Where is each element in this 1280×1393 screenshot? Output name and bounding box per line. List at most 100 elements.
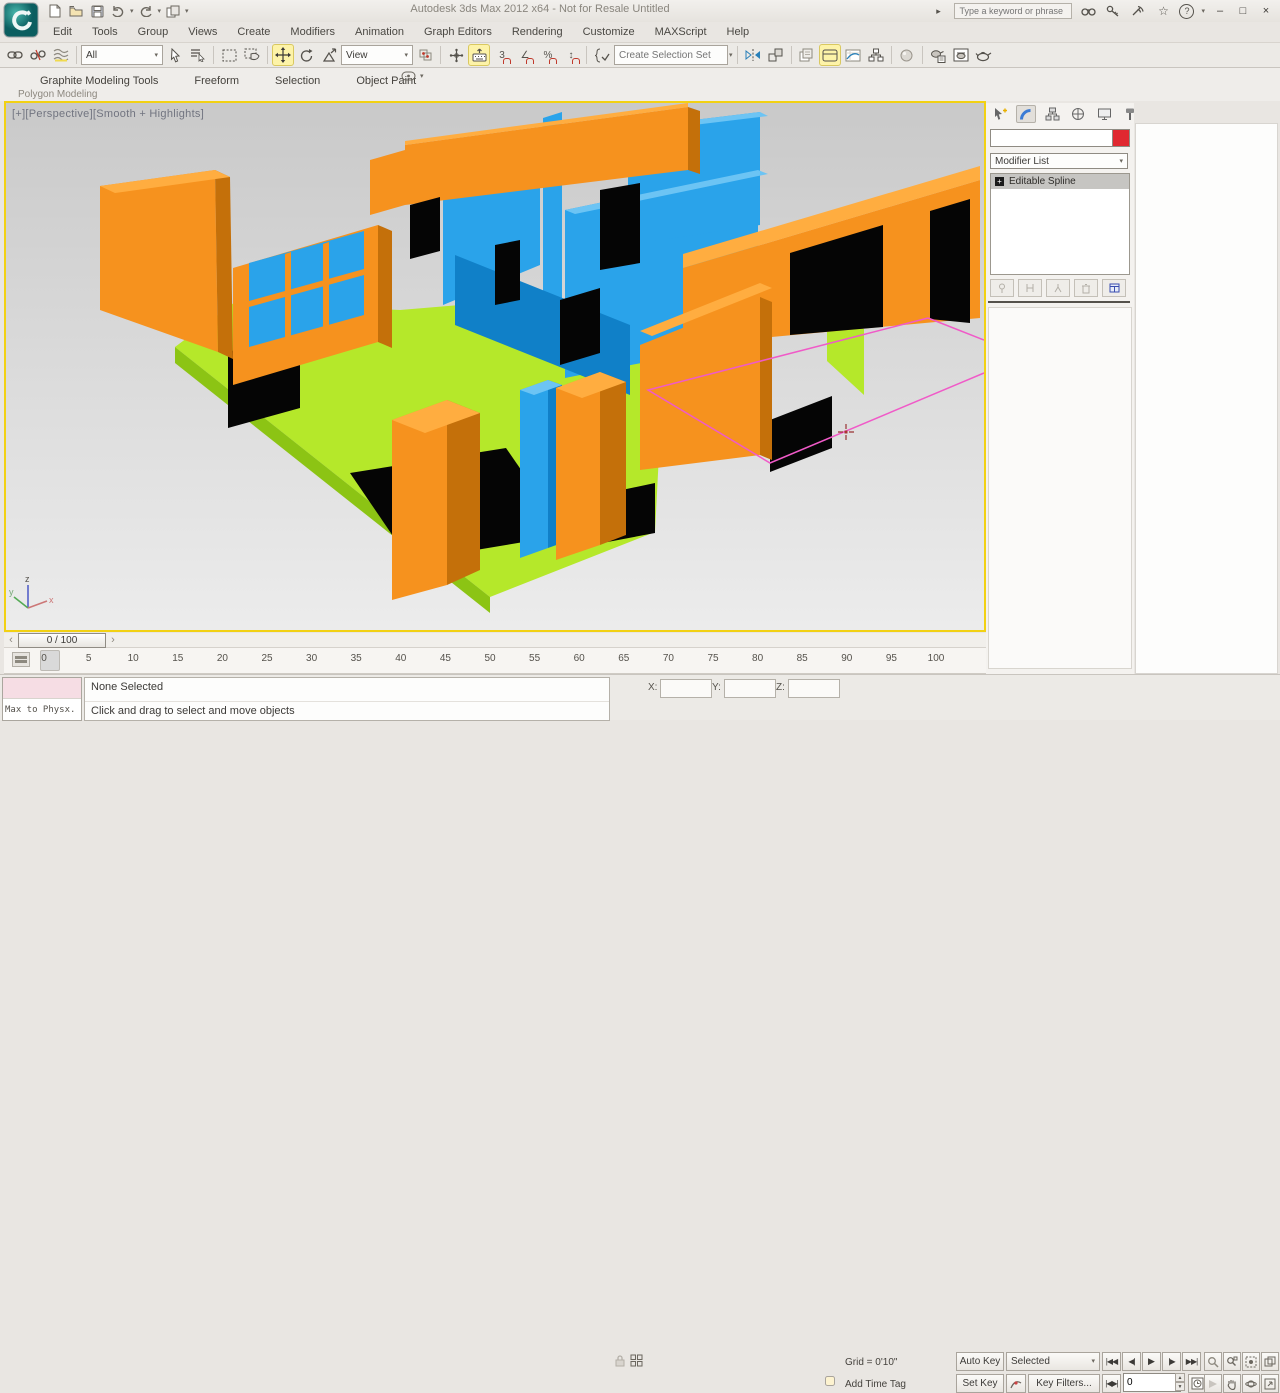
x-coord-field[interactable] bbox=[660, 679, 712, 698]
show-end-result-button[interactable] bbox=[1018, 279, 1042, 297]
pin-stack-button[interactable] bbox=[990, 279, 1014, 297]
viewport-label[interactable]: [+][Perspective][Smooth + Highlights] bbox=[12, 108, 204, 120]
tab-motion[interactable] bbox=[1068, 105, 1088, 123]
key-mode-dropdown[interactable]: Selected▾ bbox=[1006, 1352, 1100, 1371]
remove-modifier-button[interactable] bbox=[1074, 279, 1098, 297]
select-and-link-button[interactable] bbox=[4, 44, 26, 66]
render-setup-button[interactable] bbox=[927, 44, 949, 66]
time-slider-handle[interactable]: 0 / 100 bbox=[18, 633, 106, 648]
go-to-start-button[interactable]: |◀◀ bbox=[1102, 1352, 1121, 1371]
orbit-button[interactable] bbox=[1242, 1374, 1260, 1393]
perspective-viewport[interactable]: z y x [+][Perspective][Smooth + Highligh… bbox=[4, 101, 986, 632]
favorites-button[interactable]: ☆ bbox=[1154, 3, 1172, 19]
tab-utilities[interactable] bbox=[1120, 105, 1140, 123]
zoom-extents-button[interactable] bbox=[1242, 1352, 1260, 1371]
curve-editor-button[interactable] bbox=[842, 44, 864, 66]
reference-coordinate-system-dropdown[interactable]: View▾ bbox=[341, 45, 413, 65]
menu-help[interactable]: Help bbox=[718, 24, 759, 40]
zoom-all-button[interactable] bbox=[1223, 1352, 1241, 1371]
mini-curve-editor-button[interactable] bbox=[12, 652, 30, 667]
snaps-toggle-3d[interactable]: 3 bbox=[491, 44, 513, 66]
spinner-snap-toggle[interactable]: ↕ bbox=[560, 44, 582, 66]
add-time-tag-button[interactable]: Add Time Tag bbox=[845, 1379, 906, 1390]
window-crossing-toggle[interactable] bbox=[241, 44, 263, 66]
menu-customize[interactable]: Customize bbox=[574, 24, 644, 40]
frame-spinner-down[interactable]: ▼ bbox=[1175, 1382, 1185, 1391]
render-production-button[interactable] bbox=[973, 44, 995, 66]
redo-dropdown-caret[interactable]: ▾ bbox=[158, 8, 162, 15]
help-dropdown-caret[interactable]: ▾ bbox=[1201, 8, 1205, 15]
keyboard-shortcut-override-toggle[interactable] bbox=[468, 44, 490, 66]
field-of-view-button[interactable] bbox=[1204, 1374, 1222, 1393]
ribbon-tab-selection[interactable]: Selection bbox=[261, 72, 334, 90]
percent-snap-toggle[interactable]: % bbox=[537, 44, 559, 66]
schematic-view-button[interactable] bbox=[865, 44, 887, 66]
mirror-button[interactable] bbox=[742, 44, 764, 66]
previous-frame-button[interactable]: ◀| bbox=[1122, 1352, 1141, 1371]
play-button[interactable]: ▶ bbox=[1142, 1352, 1161, 1371]
key-mode-toggle[interactable]: |◀▶| bbox=[1102, 1374, 1121, 1393]
save-file-button[interactable] bbox=[88, 3, 106, 19]
edit-named-selection-sets-button[interactable] bbox=[591, 44, 613, 66]
menu-animation[interactable]: Animation bbox=[346, 24, 413, 40]
modifier-stack[interactable]: + Editable Spline bbox=[990, 173, 1130, 275]
menu-modifiers[interactable]: Modifiers bbox=[281, 24, 344, 40]
tab-hierarchy[interactable] bbox=[1042, 105, 1062, 123]
menu-graph-editors[interactable]: Graph Editors bbox=[415, 24, 501, 40]
polygon-modeling-panel-label[interactable]: Polygon Modeling bbox=[18, 89, 98, 100]
select-object-button[interactable] bbox=[164, 44, 186, 66]
select-by-name-button[interactable] bbox=[187, 44, 209, 66]
stack-item-editable-spline[interactable]: + Editable Spline bbox=[991, 174, 1129, 189]
infocenter-search-input[interactable] bbox=[954, 3, 1072, 19]
select-and-rotate-button[interactable] bbox=[295, 44, 317, 66]
undo-dropdown-caret[interactable]: ▾ bbox=[130, 8, 134, 15]
named-selection-sets-dropdown[interactable] bbox=[614, 45, 728, 65]
auto-key-button[interactable]: Auto Key bbox=[956, 1352, 1004, 1371]
menu-tools[interactable]: Tools bbox=[83, 24, 127, 40]
current-frame-field[interactable] bbox=[1123, 1373, 1181, 1392]
set-key-button[interactable]: Set Key bbox=[956, 1374, 1004, 1393]
selection-lock-toggle[interactable] bbox=[614, 1354, 626, 1367]
modifier-list-dropdown[interactable]: Modifier List ▾ bbox=[990, 153, 1128, 169]
listener-line[interactable]: Max to Physx. bbox=[3, 699, 81, 720]
next-frame-button[interactable]: |▶ bbox=[1162, 1352, 1181, 1371]
minimize-button[interactable]: – bbox=[1212, 4, 1228, 19]
redo-button[interactable] bbox=[137, 3, 155, 19]
time-tag-icon[interactable] bbox=[824, 1375, 836, 1387]
graphite-modeling-ribbon-toggle[interactable] bbox=[819, 44, 841, 66]
menu-views[interactable]: Views bbox=[179, 24, 226, 40]
new-scene-button[interactable] bbox=[46, 3, 64, 19]
expand-icon[interactable]: + bbox=[995, 177, 1004, 186]
menu-maxscript[interactable]: MAXScript bbox=[646, 24, 716, 40]
communication-center-button[interactable] bbox=[1129, 3, 1147, 19]
unlink-selection-button[interactable] bbox=[27, 44, 49, 66]
frame-spinner-up[interactable]: ▲ bbox=[1175, 1373, 1185, 1382]
go-to-end-button[interactable]: ▶▶| bbox=[1182, 1352, 1201, 1371]
pan-view-button[interactable] bbox=[1223, 1374, 1241, 1393]
track-bar[interactable]: 0510152025303540455055606570758085909510… bbox=[4, 648, 986, 674]
previous-frame-arrow[interactable]: ‹ bbox=[4, 634, 18, 646]
select-and-scale-button[interactable] bbox=[318, 44, 340, 66]
project-dropdown-caret[interactable]: ▾ bbox=[185, 8, 189, 15]
help-button[interactable]: ? bbox=[1179, 4, 1194, 19]
angle-snap-toggle[interactable]: ∠ bbox=[514, 44, 536, 66]
zoom-extents-all-button[interactable] bbox=[1261, 1352, 1279, 1371]
next-frame-arrow[interactable]: › bbox=[106, 634, 120, 646]
menu-edit[interactable]: Edit bbox=[44, 24, 81, 40]
tab-create[interactable] bbox=[990, 105, 1010, 123]
object-name-field[interactable] bbox=[990, 129, 1116, 147]
key-filters-button[interactable]: Key Filters... bbox=[1028, 1374, 1100, 1393]
set-keys-key-button[interactable] bbox=[1006, 1374, 1026, 1393]
object-color-swatch[interactable] bbox=[1112, 129, 1130, 147]
configure-modifier-sets-button[interactable] bbox=[1102, 279, 1126, 297]
tab-display[interactable] bbox=[1094, 105, 1114, 123]
project-toolbar-button[interactable] bbox=[164, 3, 182, 19]
maximize-button[interactable]: □ bbox=[1235, 4, 1251, 19]
z-coord-field[interactable] bbox=[788, 679, 840, 698]
rectangular-selection-region-button[interactable] bbox=[218, 44, 240, 66]
maximize-viewport-toggle[interactable] bbox=[1261, 1374, 1279, 1393]
menu-create[interactable]: Create bbox=[228, 24, 279, 40]
ribbon-tab-graphite-modeling-tools[interactable]: Graphite Modeling Tools bbox=[26, 72, 172, 90]
y-coord-field[interactable] bbox=[724, 679, 776, 698]
open-file-button[interactable] bbox=[67, 3, 85, 19]
